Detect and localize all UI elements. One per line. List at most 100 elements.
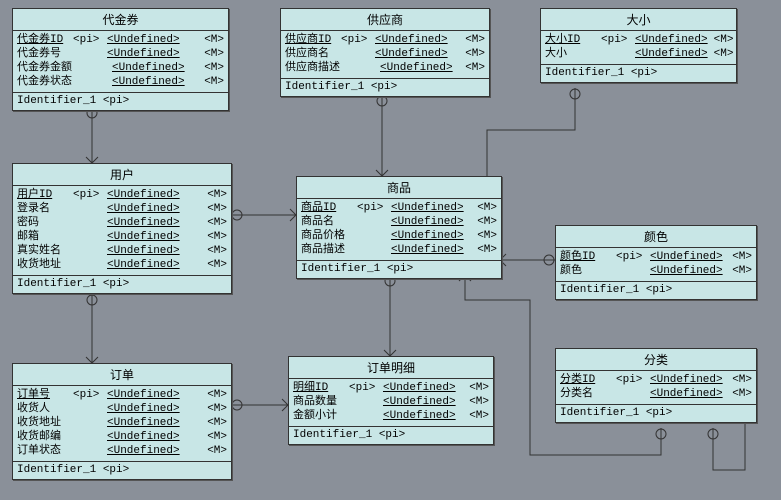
- attr-name: 收货人: [17, 402, 67, 416]
- attr-type: <Undefined>: [107, 416, 180, 430]
- attr-type: <Undefined>: [107, 444, 180, 458]
- attr-name: 商品描述: [301, 243, 351, 257]
- attr-row: 颜色ID <pi> <Undefined> <M>: [560, 250, 752, 264]
- entity-footer: Identifier_1 <pi>: [556, 405, 756, 422]
- attr-row: 代金券状态<Undefined><M>: [17, 75, 224, 89]
- attr-mandatory: <M>: [207, 430, 227, 444]
- attr-mandatory: <M>: [207, 188, 227, 202]
- attr-pi: [73, 47, 101, 61]
- entity-title: 代金券: [13, 9, 228, 31]
- attr-pi: [73, 216, 101, 230]
- attr-name: 登录名: [17, 202, 67, 216]
- attr-pi: [73, 258, 101, 272]
- attr-row: 邮箱<Undefined><M>: [17, 230, 227, 244]
- attr-row: 订单状态 <Undefined> <M>: [17, 444, 227, 458]
- attr-name: 邮箱: [17, 230, 67, 244]
- entity-color: 颜色 颜色ID<pi><Undefined><M>颜色<Undefined><M…: [555, 225, 757, 300]
- entity-product: 商品 商品ID<pi><Undefined><M>商品名<Undefined><…: [296, 176, 502, 279]
- attr-pi: [349, 409, 377, 423]
- attr-row: 供应商ID<pi><Undefined><M>: [285, 33, 485, 47]
- attr-pi: <pi>: [357, 201, 385, 215]
- attr-name: 分类ID: [560, 373, 610, 387]
- attr-pi: [73, 444, 101, 458]
- attr-type: <Undefined>: [650, 264, 723, 278]
- attr-row: 代金券号<Undefined><M>: [17, 47, 224, 61]
- attr-mandatory: <M>: [465, 33, 485, 47]
- attr-name: 订单状态: [17, 444, 67, 458]
- attr-name: 大小: [545, 47, 595, 61]
- attr-pi: [73, 416, 101, 430]
- entity-order: 订单 订单号<pi><Undefined><M>收货人<Undefined><M…: [12, 363, 232, 480]
- attr-type: <Undefined>: [107, 33, 180, 47]
- attr-name: 供应商描述: [285, 61, 340, 75]
- entity-category: 分类 分类ID<pi><Undefined><M>分类名<Undefined><…: [555, 348, 757, 423]
- attr-pi: [616, 264, 644, 278]
- attr-name: 商品价格: [301, 229, 351, 243]
- entity-voucher: 代金券 代金券ID<pi><Undefined><M>代金券号<Undefine…: [12, 8, 229, 111]
- attr-row: 大小ID<pi><Undefined><M>: [545, 33, 732, 47]
- attr-name: 收货邮编: [17, 430, 67, 444]
- attr-row: 收货人<Undefined><M>: [17, 402, 227, 416]
- attr-row: 商品价格<Undefined><M>: [301, 229, 497, 243]
- attr-type: <Undefined>: [107, 430, 180, 444]
- attr-row: 明细ID<pi><Undefined><M>: [293, 381, 489, 395]
- attr-mandatory: <M>: [469, 395, 489, 409]
- attr-name: 真实姓名: [17, 244, 67, 258]
- attr-mandatory: <M>: [207, 388, 227, 402]
- entity-body: 大小ID<pi><Undefined><M>大小<Undefined><M>: [541, 31, 736, 65]
- attr-pi: <pi>: [601, 33, 629, 47]
- attr-pi: [73, 402, 101, 416]
- entity-title: 用户: [13, 164, 231, 186]
- attr-name: 供应商ID: [285, 33, 335, 47]
- entity-body: 供应商ID<pi><Undefined><M>供应商名<Undefined><M…: [281, 31, 489, 79]
- attr-mandatory: <M>: [207, 244, 227, 258]
- attr-type: <Undefined>: [383, 409, 456, 423]
- attr-pi: [73, 244, 101, 258]
- attr-row: 订单号<pi><Undefined><M>: [17, 388, 227, 402]
- entity-title: 大小: [541, 9, 736, 31]
- attr-row: 收货地址<Undefined><M>: [17, 258, 227, 272]
- attr-pi: [73, 202, 101, 216]
- entity-footer: Identifier_1 <pi>: [281, 79, 489, 96]
- attr-type: <Undefined>: [107, 244, 180, 258]
- attr-mandatory: <M>: [207, 444, 227, 458]
- attr-pi: [357, 215, 385, 229]
- attr-type: <Undefined>: [107, 258, 180, 272]
- attr-name: 供应商名: [285, 47, 335, 61]
- attr-row: 密码<Undefined><M>: [17, 216, 227, 230]
- attr-pi: <pi>: [73, 188, 101, 202]
- attr-mandatory: <M>: [477, 215, 497, 229]
- attr-name: 密码: [17, 216, 67, 230]
- attr-name: 商品名: [301, 215, 351, 229]
- attr-mandatory: <M>: [207, 416, 227, 430]
- attr-type: <Undefined>: [112, 75, 185, 89]
- entity-footer: Identifier_1 <pi>: [13, 93, 228, 110]
- attr-type: <Undefined>: [383, 395, 456, 409]
- attr-mandatory: <M>: [204, 61, 224, 75]
- attr-mandatory: <M>: [207, 258, 227, 272]
- attr-mandatory: <M>: [732, 250, 752, 264]
- attr-mandatory: <M>: [207, 216, 227, 230]
- entity-body: 代金券ID<pi><Undefined><M>代金券号<Undefined><M…: [13, 31, 228, 93]
- attr-type: <Undefined>: [107, 47, 180, 61]
- entity-title: 订单明细: [289, 357, 493, 379]
- entity-title: 订单: [13, 364, 231, 386]
- attr-pi: <pi>: [616, 250, 644, 264]
- attr-pi: [341, 47, 369, 61]
- attr-name: 大小ID: [545, 33, 595, 47]
- entity-user: 用户 用户ID<pi><Undefined><M>登录名<Undefined><…: [12, 163, 232, 294]
- attr-mandatory: <M>: [714, 47, 734, 61]
- attr-mandatory: <M>: [477, 201, 497, 215]
- attr-name: 颜色ID: [560, 250, 610, 264]
- attr-row: 代金券ID<pi><Undefined><M>: [17, 33, 224, 47]
- entity-body: 订单号<pi><Undefined><M>收货人<Undefined><M>收货…: [13, 386, 231, 462]
- attr-name: 明细ID: [293, 381, 343, 395]
- attr-type: <Undefined>: [391, 201, 464, 215]
- attr-type: <Undefined>: [383, 381, 456, 395]
- attr-type: <Undefined>: [391, 229, 464, 243]
- attr-type: <Undefined>: [391, 243, 464, 257]
- attr-name: 代金券金额: [17, 61, 72, 75]
- entity-footer: Identifier_1 <pi>: [556, 282, 756, 299]
- attr-type: <Undefined>: [650, 250, 723, 264]
- entity-footer: Identifier_1 <pi>: [13, 462, 231, 479]
